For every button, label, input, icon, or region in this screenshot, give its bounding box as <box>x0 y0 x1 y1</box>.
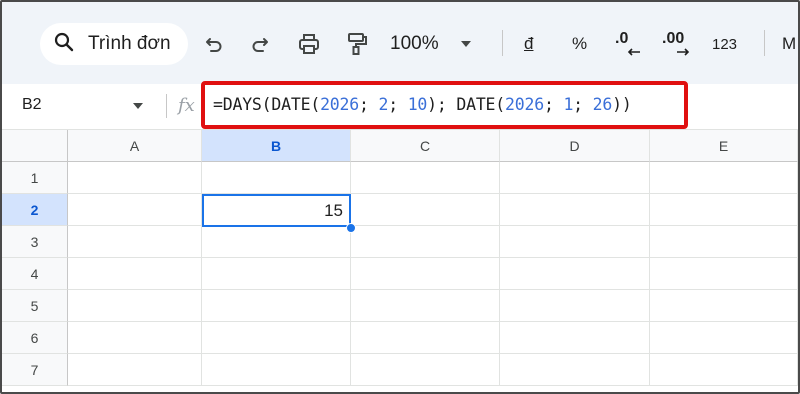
row-header-2[interactable]: 2 <box>2 194 68 226</box>
column-header-b[interactable]: B <box>202 130 351 162</box>
row-header-1[interactable]: 1 <box>2 162 68 194</box>
cell-b4[interactable] <box>202 258 351 290</box>
increase-decimal-icon: .00 <box>660 30 696 58</box>
cell-b5[interactable] <box>202 290 351 322</box>
cell-e1[interactable] <box>650 162 798 194</box>
menu-search-box[interactable]: Trình đơn <box>40 23 188 65</box>
row-header-5[interactable]: 5 <box>2 290 68 322</box>
fx-icon: fx <box>178 95 195 116</box>
formula-bar-divider <box>166 94 167 118</box>
cell-c5[interactable] <box>351 290 500 322</box>
column-header-c[interactable]: C <box>351 130 500 162</box>
column-header-e[interactable]: E <box>650 130 798 162</box>
row-header-6[interactable]: 6 <box>2 322 68 354</box>
toolbar-divider <box>502 30 503 56</box>
cell-e5[interactable] <box>650 290 798 322</box>
cell-d1[interactable] <box>500 162 650 194</box>
cell-c7[interactable] <box>351 354 500 386</box>
cell-a2[interactable] <box>68 194 202 226</box>
redo-button[interactable] <box>246 24 274 64</box>
cell-d4[interactable] <box>500 258 650 290</box>
print-icon <box>298 33 320 55</box>
cell-d5[interactable] <box>500 290 650 322</box>
cell-c2[interactable] <box>351 194 500 226</box>
cell-a7[interactable] <box>68 354 202 386</box>
spreadsheet-window: Trình đơn 100% đ % .0 .00 123 M B2 fx =D… <box>0 0 800 394</box>
cell-e4[interactable] <box>650 258 798 290</box>
cell-b1[interactable] <box>202 162 351 194</box>
undo-button[interactable] <box>200 24 228 64</box>
chevron-down-icon <box>460 41 471 47</box>
cell-a5[interactable] <box>68 290 202 322</box>
more-formats-button[interactable]: M <box>782 24 796 64</box>
cell-b7[interactable] <box>202 354 351 386</box>
number-format-button[interactable]: 123 <box>712 24 737 64</box>
currency-format-button[interactable]: đ <box>524 24 533 64</box>
cell-e7[interactable] <box>650 354 798 386</box>
cell-d6[interactable] <box>500 322 650 354</box>
print-button[interactable] <box>294 24 324 64</box>
cell-c4[interactable] <box>351 258 500 290</box>
row-header-4[interactable]: 4 <box>2 258 68 290</box>
cell-c3[interactable] <box>351 226 500 258</box>
column-header-a[interactable]: A <box>68 130 202 162</box>
name-box[interactable]: B2 <box>22 96 42 114</box>
toolbar: Trình đơn 100% đ % .0 .00 123 M <box>2 2 798 84</box>
search-icon <box>54 32 74 57</box>
fill-handle[interactable] <box>346 223 356 233</box>
cell-c1[interactable] <box>351 162 500 194</box>
select-all-corner[interactable] <box>2 130 68 162</box>
decrease-decimal-icon: .0 <box>611 30 645 58</box>
cell-e2[interactable] <box>650 194 798 226</box>
toolbar-divider <box>764 30 765 56</box>
menu-search-label: Trình đơn <box>88 33 171 54</box>
percent-format-button[interactable]: % <box>572 24 587 64</box>
undo-icon <box>204 34 224 54</box>
cell-e6[interactable] <box>650 322 798 354</box>
cell-b3[interactable] <box>202 226 351 258</box>
increase-decimal-button[interactable]: .00 <box>658 24 698 64</box>
cell-d3[interactable] <box>500 226 650 258</box>
cell-a3[interactable] <box>68 226 202 258</box>
paint-format-button[interactable] <box>342 24 372 64</box>
cell-d7[interactable] <box>500 354 650 386</box>
redo-icon <box>250 34 270 54</box>
decrease-decimal-button[interactable]: .0 <box>608 24 648 64</box>
cell-e3[interactable] <box>650 226 798 258</box>
formula-highlight-box <box>201 81 688 129</box>
row-header-3[interactable]: 3 <box>2 226 68 258</box>
zoom-select[interactable]: 100% <box>390 24 471 64</box>
cell-b6[interactable] <box>202 322 351 354</box>
column-header-d[interactable]: D <box>500 130 650 162</box>
cell-a1[interactable] <box>68 162 202 194</box>
cell-b2[interactable]: 15 <box>202 194 351 227</box>
name-box-dropdown-icon[interactable] <box>133 103 143 109</box>
cell-a6[interactable] <box>68 322 202 354</box>
zoom-value: 100% <box>390 33 439 54</box>
cell-a4[interactable] <box>68 258 202 290</box>
row-header-7[interactable]: 7 <box>2 354 68 386</box>
paint-format-icon <box>346 32 368 56</box>
cell-d2[interactable] <box>500 194 650 226</box>
sheet-grid: A B C D E 1 2 3 4 5 6 7 15 <box>2 130 798 392</box>
cell-c6[interactable] <box>351 322 500 354</box>
